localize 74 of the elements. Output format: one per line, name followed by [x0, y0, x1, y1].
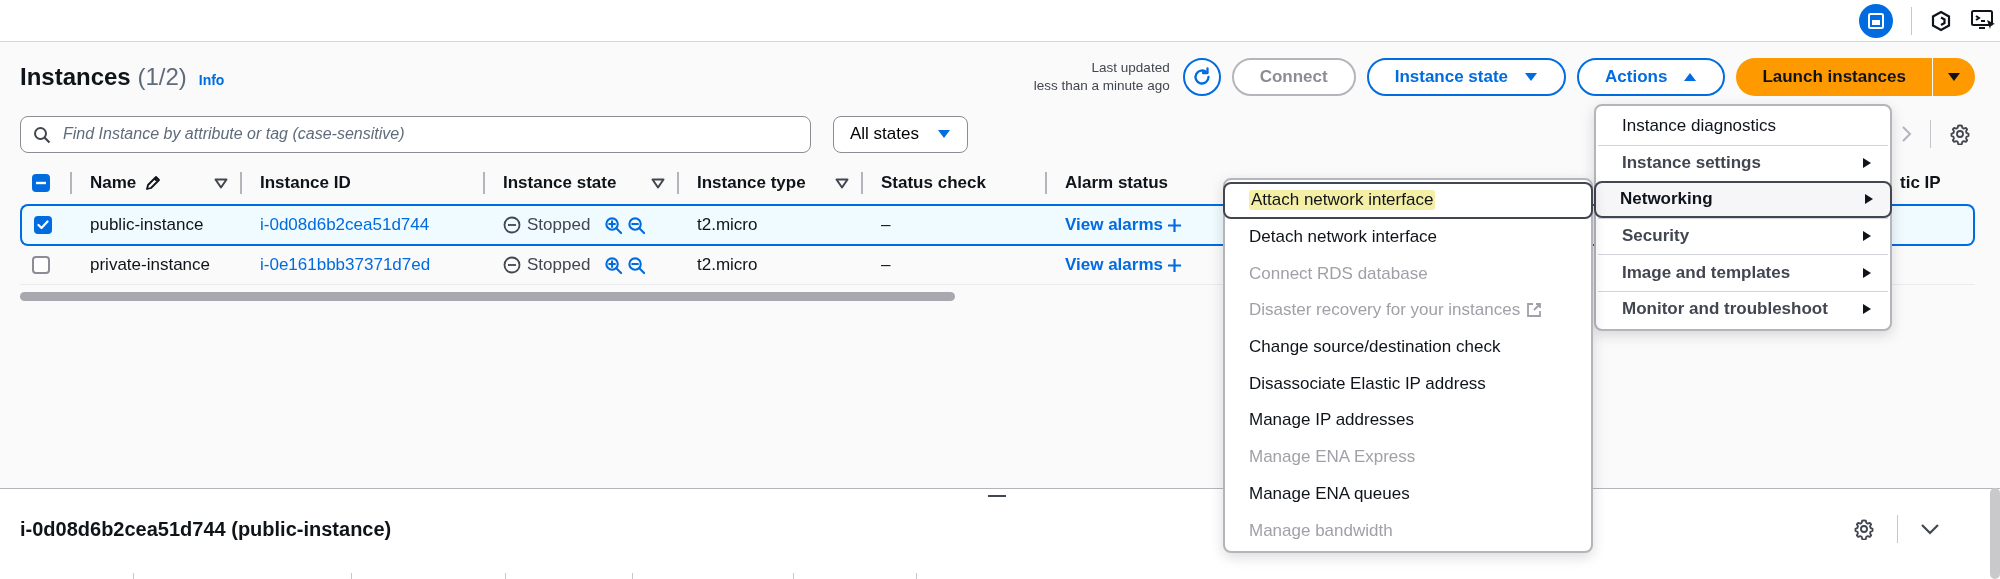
- menu-item[interactable]: Disassociate Elastic IP address: [1225, 365, 1591, 403]
- menu-item[interactable]: Image and templates: [1598, 254, 1888, 291]
- column-header[interactable]: Instance state: [503, 173, 617, 193]
- hexagon-icon[interactable]: [1930, 9, 1952, 32]
- table-cell: –: [881, 215, 891, 234]
- table-cell: private-instance: [90, 255, 210, 274]
- zoom-out-icon[interactable]: [627, 215, 647, 235]
- row-checkbox[interactable]: [34, 216, 52, 234]
- column-header[interactable]: Status check: [881, 173, 986, 193]
- menu-item[interactable]: Manage IP addresses: [1225, 402, 1591, 439]
- details-title: i-0d08d6b2cea51d744 (public-instance): [20, 517, 392, 541]
- sort-icon[interactable]: [651, 177, 665, 189]
- status-text: Stopped: [527, 255, 591, 276]
- zoom-in-icon[interactable]: [604, 215, 624, 235]
- minus-icon: [36, 181, 46, 185]
- menu-item[interactable]: Security: [1598, 217, 1888, 254]
- column-header[interactable]: Instance type: [697, 173, 806, 193]
- menu-item[interactable]: Manage ENA queues: [1225, 475, 1591, 513]
- table-cell: t2.micro: [697, 255, 758, 274]
- plus-icon[interactable]: [1167, 257, 1182, 273]
- stopped-icon: [503, 216, 521, 235]
- caret-icon: [1524, 72, 1539, 82]
- caret-icon: [1947, 72, 1961, 82]
- menu-item[interactable]: Change source/destination check: [1225, 328, 1591, 366]
- external-link-icon: [1526, 302, 1543, 319]
- menu-item[interactable]: Instance diagnostics: [1598, 108, 1888, 145]
- table-cell: t2.micro: [697, 215, 758, 234]
- launch-options-button[interactable]: [1933, 58, 1975, 96]
- menu-item[interactable]: Detach network interface: [1225, 218, 1591, 256]
- settings-icon[interactable]: [1949, 123, 1971, 145]
- status-text: Stopped: [527, 215, 591, 236]
- plus-icon[interactable]: [1167, 217, 1182, 233]
- info-link[interactable]: Info: [198, 72, 225, 88]
- refresh-button[interactable]: [1182, 58, 1221, 96]
- table-cell: public-instance: [90, 215, 204, 234]
- search-field[interactable]: Find Instance by attribute or tag (case-sensitive): [20, 115, 811, 153]
- select-all-checkbox[interactable]: [32, 174, 50, 192]
- actions-button[interactable]: Actions: [1577, 58, 1726, 96]
- column-header[interactable]: tic IP: [1900, 173, 1941, 193]
- instance-state-button[interactable]: Instance state: [1366, 58, 1567, 96]
- caret-icon: [937, 129, 951, 139]
- view-alarms-link[interactable]: View alarms: [1065, 255, 1163, 276]
- column-header[interactable]: Instance ID: [260, 173, 351, 193]
- zoom-out-icon[interactable]: [627, 255, 647, 275]
- caret-icon: [1683, 72, 1698, 82]
- menu-item[interactable]: Attach network interface: [1223, 182, 1593, 219]
- column-header[interactable]: Alarm status: [1065, 173, 1168, 193]
- row-checkbox[interactable]: [32, 256, 50, 274]
- column-header[interactable]: Name: [90, 173, 137, 193]
- stopped-icon: [503, 256, 521, 275]
- panel-icon: [1867, 11, 1885, 30]
- checkmark-icon: [37, 220, 49, 230]
- menu-item[interactable]: Networking: [1594, 181, 1892, 218]
- settings-icon[interactable]: [1853, 518, 1875, 540]
- page-title: Instances (1/2): [20, 63, 187, 91]
- submenu-caret-icon: [1862, 266, 1872, 279]
- resize-handle[interactable]: [988, 495, 1006, 497]
- submenu-caret-icon: [1862, 303, 1872, 316]
- menu-item[interactable]: Monitor and troubleshoot: [1598, 290, 1888, 327]
- submenu-caret-icon: [1862, 230, 1872, 243]
- instance-id-link[interactable]: i-0e161bbb37371d7ed: [260, 255, 431, 274]
- pencil-icon: [144, 174, 163, 192]
- sort-icon[interactable]: [835, 177, 849, 189]
- table-cell: –: [881, 255, 891, 274]
- launch-instances-button[interactable]: Launch instances: [1736, 58, 1932, 96]
- zoom-in-icon[interactable]: [604, 255, 624, 275]
- submenu-caret-icon: [1862, 157, 1872, 170]
- panel-toggle-button[interactable]: [1859, 3, 1893, 38]
- chevron-down-icon[interactable]: [1920, 523, 1940, 535]
- vertical-scrollbar[interactable]: [1990, 488, 2000, 579]
- state-filter-dropdown[interactable]: All states: [833, 115, 968, 153]
- sort-icon[interactable]: [214, 177, 228, 189]
- submenu-caret-icon: [1864, 193, 1874, 206]
- last-updated-text: Last updated less than a minute ago: [1033, 59, 1170, 95]
